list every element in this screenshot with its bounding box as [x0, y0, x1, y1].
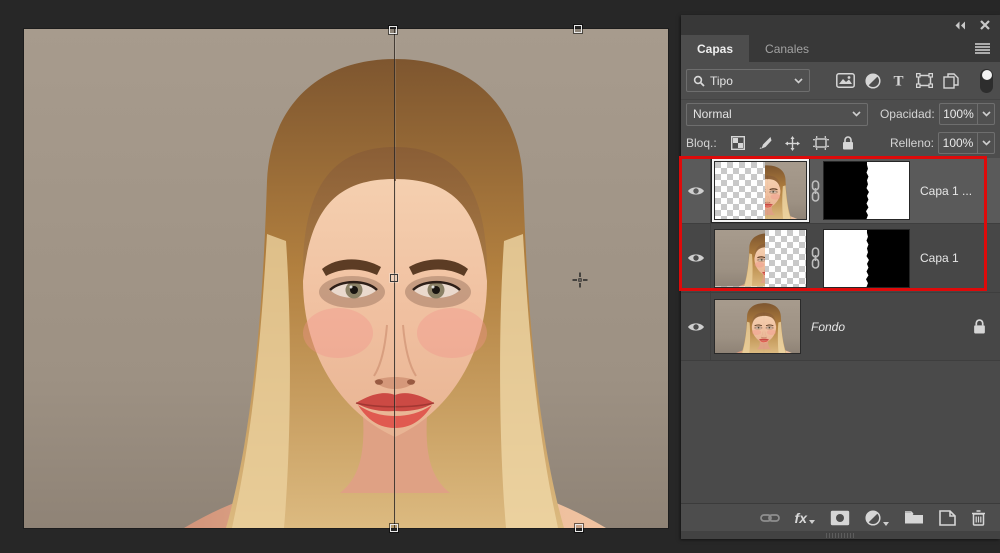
fill-value[interactable]: 100% [938, 132, 978, 154]
panel-header [681, 15, 1000, 35]
transform-handle-middle[interactable] [390, 274, 398, 282]
mask-link[interactable] [807, 180, 823, 202]
tab-canales[interactable]: Canales [749, 35, 825, 62]
resize-grip-icon [826, 533, 856, 538]
layer-thumbnail[interactable] [714, 299, 801, 354]
delete-icon [971, 510, 986, 526]
lock-all-icon[interactable] [842, 136, 854, 150]
eye-icon [687, 185, 705, 197]
photoshop-workspace: Capas Canales Tipo [0, 0, 1000, 553]
transform-handle-top-right[interactable] [574, 25, 582, 33]
panel-tabs: Capas Canales [681, 35, 1000, 62]
panel-menu-button[interactable] [965, 35, 1000, 62]
layer-row-fondo[interactable]: Fondo [681, 293, 1000, 361]
lock-artboard-icon[interactable] [813, 136, 829, 150]
delete-layer-button[interactable] [971, 510, 986, 526]
filter-adjustment-icon[interactable] [865, 73, 881, 89]
new-layer-button[interactable] [939, 510, 956, 526]
add-mask-icon [830, 510, 850, 526]
filter-shape-icon[interactable] [916, 73, 933, 88]
opacity-dropdown[interactable] [978, 103, 995, 125]
fill-label: Relleno: [890, 136, 934, 150]
transform-handle-bottom-left[interactable] [390, 524, 398, 532]
layer-name[interactable]: Capa 1 ... [920, 184, 972, 198]
filter-smart-object-icon[interactable] [943, 73, 959, 89]
layers-list: Capa 1 ... [681, 158, 1000, 503]
layer-thumbnail[interactable] [714, 229, 807, 288]
close-icon[interactable] [980, 20, 990, 30]
tab-capas[interactable]: Capas [681, 35, 749, 62]
lock-label: Bloq.: [686, 136, 717, 150]
new-group-button[interactable] [904, 510, 924, 525]
layer-styles-button[interactable]: fx [795, 512, 815, 524]
fill-dropdown[interactable] [978, 132, 995, 154]
filter-row: Tipo T [681, 62, 1000, 99]
link-mask-icon [810, 180, 821, 202]
transform-handle-bottom-right[interactable] [575, 524, 583, 532]
eye-icon [687, 321, 705, 333]
adjustment-layer-icon [865, 510, 881, 526]
link-layers-button[interactable] [760, 512, 780, 524]
tab-canales-label: Canales [765, 42, 809, 56]
eye-icon [687, 252, 705, 264]
blend-row: Normal Opacidad: 100% [681, 99, 1000, 128]
new-layer-icon [939, 510, 956, 526]
layer-name[interactable]: Fondo [811, 320, 845, 334]
collapse-icon[interactable] [954, 21, 966, 30]
lock-icon [973, 319, 986, 334]
visibility-toggle[interactable] [681, 293, 711, 360]
transform-handle-top-left[interactable] [389, 26, 397, 34]
link-layers-icon [760, 512, 780, 524]
lock-transparency-icon[interactable] [731, 136, 745, 150]
tab-capas-label: Capas [697, 42, 733, 56]
chevron-down-icon [982, 140, 991, 146]
filter-image-icon[interactable] [836, 73, 855, 88]
filter-toggle[interactable] [980, 69, 993, 93]
filter-type-buttons: T [836, 69, 995, 93]
opacity-value[interactable]: 100% [939, 103, 979, 125]
adjustment-layer-button[interactable] [865, 510, 889, 526]
panel-menu-icon [975, 43, 990, 54]
layers-panel: Capas Canales Tipo [681, 15, 1000, 539]
opacity-value-text: 100% [943, 107, 974, 121]
add-mask-button[interactable] [830, 510, 850, 526]
blend-mode-select[interactable]: Normal [686, 103, 868, 126]
filter-selected-label: Tipo [710, 74, 789, 88]
lock-pixels-icon[interactable] [758, 136, 772, 150]
fill-value-text: 100% [943, 136, 974, 150]
tab-spacer [825, 35, 965, 62]
visibility-toggle[interactable] [681, 224, 711, 292]
filter-type-icon[interactable]: T [891, 73, 906, 88]
layer-name[interactable]: Capa 1 [920, 251, 959, 265]
filter-kind-select[interactable]: Tipo [686, 69, 810, 92]
svg-text:T: T [893, 74, 903, 89]
layers-list-empty-area[interactable] [681, 361, 1000, 503]
lock-position-icon[interactable] [785, 136, 800, 151]
lock-row: Bloq.: [681, 128, 1000, 158]
crosshair-cursor [572, 272, 588, 288]
link-mask-icon [810, 247, 821, 269]
group-icon [904, 510, 924, 525]
layer-row-capa1[interactable]: Capa 1 [681, 224, 1000, 293]
chevron-down-icon [982, 111, 991, 117]
blend-mode-label: Normal [693, 107, 847, 121]
layer-mask-thumbnail[interactable] [823, 161, 910, 220]
dropdown-tick-icon [883, 522, 889, 526]
chevron-down-icon [852, 111, 861, 117]
layer-thumbnail[interactable] [714, 161, 807, 220]
chevron-down-icon [794, 78, 803, 84]
layer-row-capa1-copy[interactable]: Capa 1 ... [681, 158, 1000, 224]
panel-resize-strip[interactable] [681, 531, 1000, 539]
layer-mask-thumbnail[interactable] [823, 229, 910, 288]
mask-link[interactable] [807, 247, 823, 269]
lock-buttons [731, 136, 854, 151]
layers-panel-toolbar: fx [681, 503, 1000, 531]
opacity-label: Opacidad: [880, 107, 935, 121]
dropdown-tick-icon [809, 520, 815, 524]
background-lock[interactable] [973, 319, 986, 334]
search-icon [693, 75, 705, 87]
fx-icon: fx [795, 512, 807, 524]
visibility-toggle[interactable] [681, 158, 711, 223]
